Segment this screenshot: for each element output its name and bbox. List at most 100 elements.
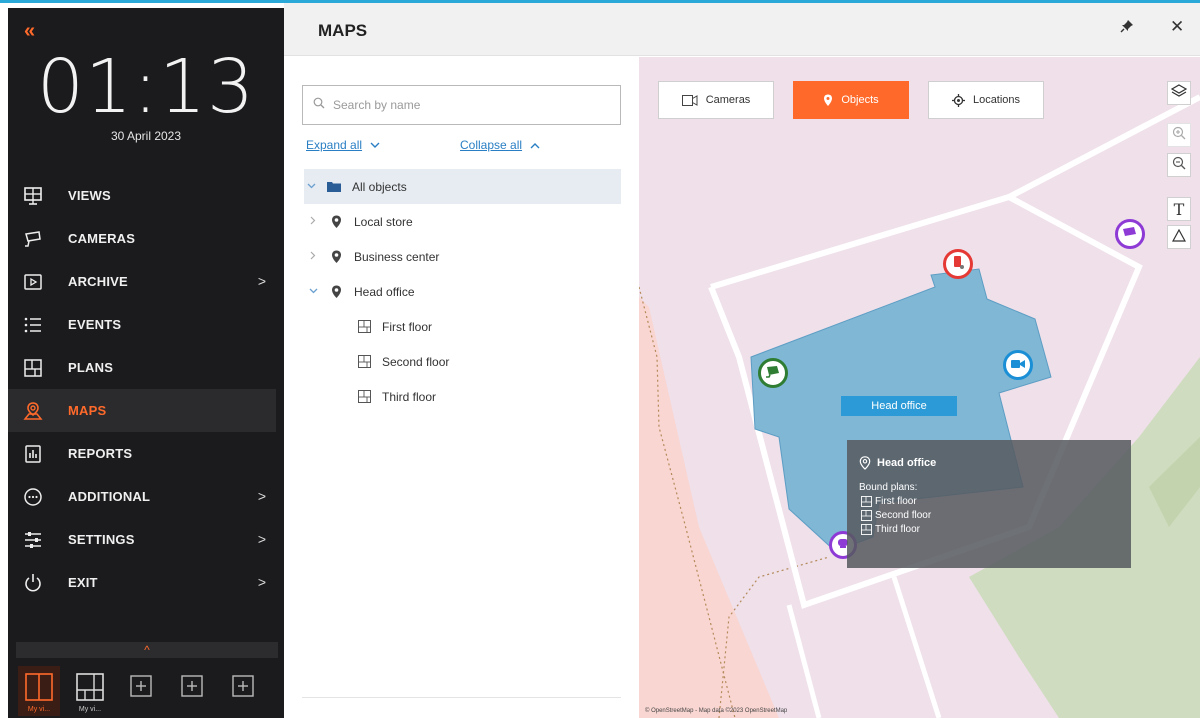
object-tree-panel: Expand all Collapse all All objects xyxy=(284,57,639,718)
tree-item-second-floor[interactable]: Second floor xyxy=(304,344,621,379)
plan-icon xyxy=(861,496,872,507)
text-tool-button[interactable]: T xyxy=(1167,197,1191,221)
tooltip-plan-label: Second floor xyxy=(875,510,932,521)
layers-icon xyxy=(1170,84,1188,102)
camera-icon xyxy=(952,255,964,274)
camera-icon xyxy=(1011,356,1025,374)
expand-all-label: Expand all xyxy=(306,138,363,152)
camera-marker-green[interactable] xyxy=(758,358,788,388)
filter-cameras-button[interactable]: Cameras xyxy=(658,81,774,119)
plan-icon xyxy=(356,389,372,405)
tooltip-plan-label: Third floor xyxy=(875,524,921,535)
tooltip-plan-first-floor[interactable]: First floor xyxy=(861,496,1119,507)
menu-label-maps: MAPS xyxy=(68,403,107,418)
tooltip-title: Head office xyxy=(859,456,1119,470)
layout-tab-2[interactable]: My vi... xyxy=(69,666,111,716)
tree-item-label: Local store xyxy=(354,214,413,229)
camera-icon xyxy=(22,228,44,250)
sidebar: « 01:13 30 April 2023 VIEWS CAMERAS ARCH… xyxy=(8,8,284,718)
menu-item-settings[interactable]: SETTINGS > xyxy=(8,518,276,561)
zoom-out-icon xyxy=(1172,156,1186,174)
search-input[interactable] xyxy=(333,98,603,112)
collapse-all-link[interactable]: Collapse all xyxy=(460,138,540,152)
archive-icon xyxy=(22,271,44,293)
add-layout-button[interactable] xyxy=(222,666,264,716)
chevron-right-icon: > xyxy=(257,273,266,289)
menu-label-additional: ADDITIONAL xyxy=(68,489,151,504)
menu-item-plans[interactable]: PLANS xyxy=(8,346,276,389)
tree-item-all-objects[interactable]: All objects xyxy=(304,169,621,204)
tree-item-business-center[interactable]: Business center xyxy=(304,239,621,274)
tree-item-head-office[interactable]: Head office xyxy=(304,274,621,309)
expand-toggle-icon[interactable] xyxy=(306,286,320,297)
add-layout-icon xyxy=(180,674,204,703)
menu-item-cameras[interactable]: CAMERAS xyxy=(8,217,276,260)
layers-button[interactable] xyxy=(1167,81,1191,105)
tree-item-local-store[interactable]: Local store xyxy=(304,204,621,239)
menu-item-views[interactable]: VIEWS xyxy=(8,174,276,217)
add-layout-icon xyxy=(231,674,255,703)
plan-icon xyxy=(356,319,372,335)
plan-icon xyxy=(356,354,372,370)
zoom-out-button[interactable] xyxy=(1167,153,1191,177)
expand-toggle-icon[interactable] xyxy=(304,181,318,192)
tooltip-plan-second-floor[interactable]: Second floor xyxy=(861,510,1119,521)
camera-marker-purple[interactable] xyxy=(1115,219,1145,249)
camera-filter-icon xyxy=(681,94,698,106)
close-button[interactable]: ✕ xyxy=(1170,17,1184,37)
location-pin-icon xyxy=(328,284,344,300)
collapse-sidebar-button[interactable]: « xyxy=(24,20,35,43)
chevron-right-icon: > xyxy=(257,488,266,504)
location-pin-icon xyxy=(823,94,833,107)
add-layout-button[interactable] xyxy=(120,666,162,716)
map-road xyxy=(786,604,822,718)
menu-item-reports[interactable]: REPORTS xyxy=(8,432,276,475)
clock-time: 01:13 xyxy=(36,44,256,130)
menu-item-events[interactable]: EVENTS xyxy=(8,303,276,346)
map-view[interactable]: Cameras Objects Locations T Head office … xyxy=(639,57,1200,718)
tree-item-first-floor[interactable]: First floor xyxy=(304,309,621,344)
expand-layouts-button[interactable]: ^ xyxy=(16,642,278,658)
collapse-toggle-icon[interactable] xyxy=(306,251,320,263)
add-layout-button[interactable] xyxy=(171,666,213,716)
layout-split-icon xyxy=(24,672,54,707)
add-layout-icon xyxy=(129,674,153,703)
zoom-in-button[interactable] xyxy=(1167,123,1191,147)
tooltip-title-text: Head office xyxy=(877,457,937,469)
collapse-toggle-icon[interactable] xyxy=(306,216,320,228)
close-icon: ✕ xyxy=(1170,17,1185,36)
chevron-up-icon: ^ xyxy=(144,643,150,657)
crosshair-icon xyxy=(951,93,965,107)
additional-icon xyxy=(22,486,44,508)
menu-item-archive[interactable]: ARCHIVE > xyxy=(8,260,276,303)
polygon-tool-icon xyxy=(1171,228,1187,246)
camera-marker-blue[interactable] xyxy=(1003,350,1033,380)
zoom-in-icon xyxy=(1172,126,1186,144)
tree-item-third-floor[interactable]: Third floor xyxy=(304,379,621,414)
layout-tab-label: My vi... xyxy=(27,706,51,713)
map-object-label[interactable]: Head office xyxy=(841,396,957,416)
chevron-right-icon: > xyxy=(257,574,266,590)
polygon-tool-button[interactable] xyxy=(1167,225,1191,249)
filter-objects-button[interactable]: Objects xyxy=(793,81,909,119)
menu-item-additional[interactable]: ADDITIONAL > xyxy=(8,475,276,518)
layout-tab-1[interactable]: My vi... xyxy=(18,666,60,716)
settings-icon xyxy=(22,529,44,551)
main-menu: VIEWS CAMERAS ARCHIVE > EVENTS PLANS MAP… xyxy=(8,174,276,604)
plans-icon xyxy=(22,357,44,379)
filter-locations-button[interactable]: Locations xyxy=(928,81,1044,119)
location-pin-icon xyxy=(328,214,344,230)
menu-label-archive: ARCHIVE xyxy=(68,274,128,289)
menu-label-settings: SETTINGS xyxy=(68,532,135,547)
pin-button[interactable] xyxy=(1120,19,1134,36)
menu-item-maps[interactable]: MAPS xyxy=(8,389,276,432)
menu-item-exit[interactable]: EXIT > xyxy=(8,561,276,604)
search-field[interactable] xyxy=(302,85,621,125)
tooltip-plan-third-floor[interactable]: Third floor xyxy=(861,524,1119,535)
menu-label-plans: PLANS xyxy=(68,360,114,375)
camera-marker-red[interactable] xyxy=(943,249,973,279)
expand-all-link[interactable]: Expand all xyxy=(306,138,380,152)
menu-label-exit: EXIT xyxy=(68,575,98,590)
folder-icon xyxy=(326,179,342,195)
location-pin-icon xyxy=(328,249,344,265)
